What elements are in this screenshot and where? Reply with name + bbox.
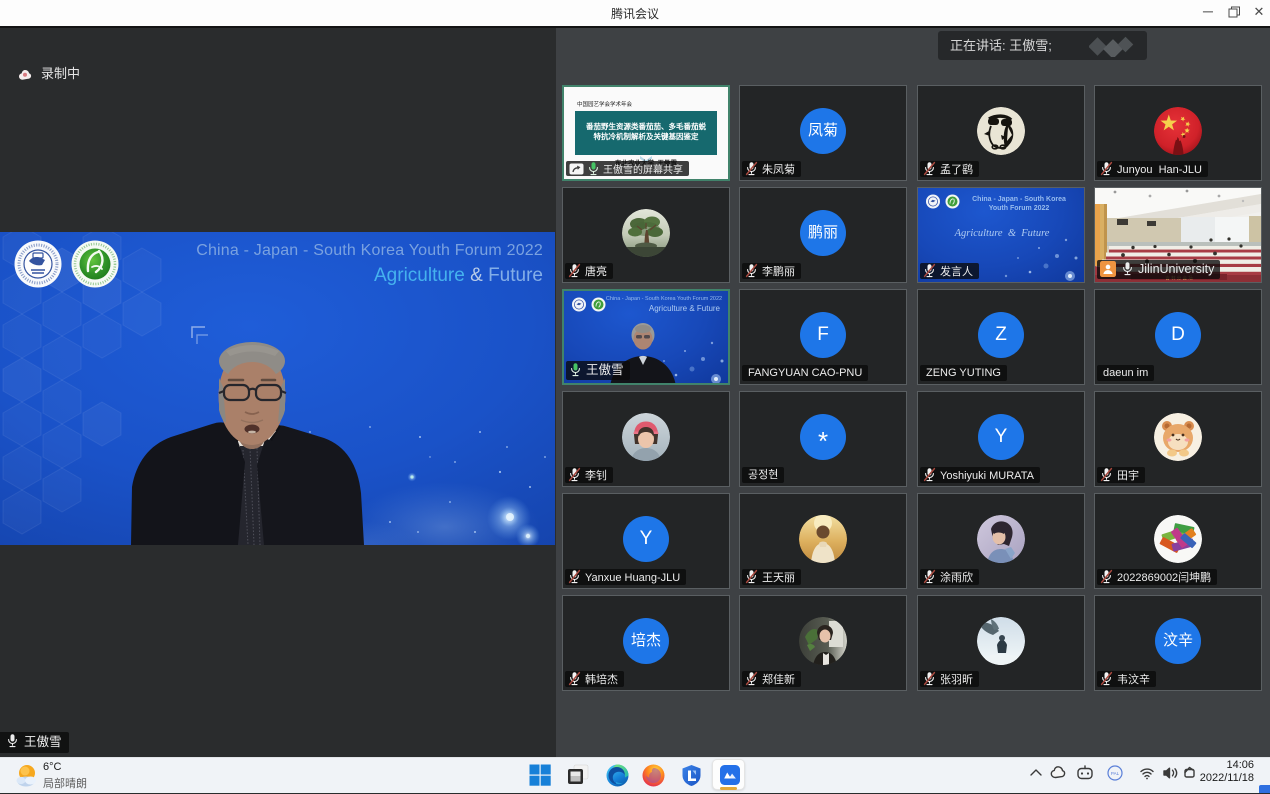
svg-text:PAL: PAL <box>1111 771 1120 776</box>
